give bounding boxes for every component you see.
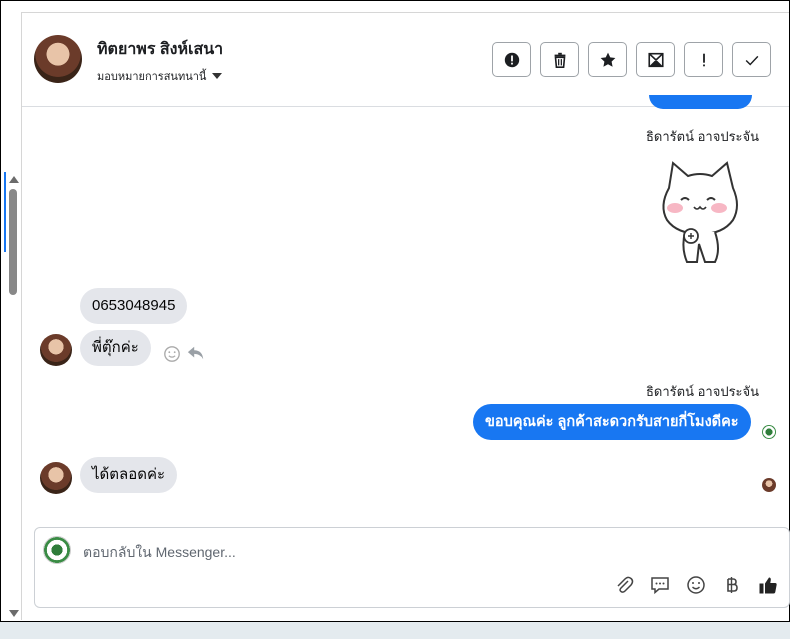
message-bubble-incoming[interactable]: พี่ตุ๊กค่ะ — [80, 330, 151, 366]
assign-conversation-dropdown[interactable]: มอบหมายการสนทนานี้ — [97, 67, 223, 85]
speech-bubble-icon — [651, 577, 669, 595]
message-bubble-outgoing[interactable]: ขอบคุณค่ะ ลูกค้าสะดวกรับสายกี่โมงดีคะ — [473, 404, 751, 440]
attach-button[interactable] — [613, 574, 635, 596]
message-bubble-incoming[interactable]: 0653048945 — [80, 288, 188, 324]
scroll-up-arrow-icon[interactable] — [9, 176, 19, 183]
thumbs-up-icon — [759, 577, 777, 594]
reply-input[interactable]: ตอบกลับใน Messenger... — [83, 542, 236, 564]
emoji-button[interactable] — [685, 574, 707, 596]
contact-avatar-seen — [762, 478, 776, 492]
scroll-accent — [4, 172, 6, 252]
caret-down-icon — [212, 73, 223, 79]
important-button[interactable] — [684, 42, 723, 77]
message-bubble-incoming[interactable]: ได้ตลอดค่ะ — [80, 457, 178, 493]
contact-avatar[interactable] — [34, 35, 82, 83]
delete-button[interactable] — [540, 42, 579, 77]
composer-tools — [613, 574, 779, 596]
payment-button[interactable] — [721, 574, 743, 596]
bottom-strip — [0, 622, 790, 639]
contact-avatar-small[interactable] — [40, 462, 72, 494]
baht-icon — [727, 577, 738, 593]
smiley-icon — [687, 576, 705, 594]
exclamation-icon — [702, 53, 705, 66]
star-button[interactable] — [588, 42, 627, 77]
trash-icon — [554, 52, 565, 68]
reply-composer[interactable]: ตอบกลับใน Messenger... — [34, 527, 790, 608]
assign-label: มอบหมายการสนทนานี้ — [97, 71, 207, 83]
saved-replies-button[interactable] — [649, 574, 671, 596]
scrollbar-thumb[interactable] — [9, 189, 17, 295]
smiley-react-icon[interactable] — [163, 345, 181, 363]
conversation-header: ทิตยาพร สิงห์เสนา มอบหมายการสนทนานี้ — [22, 13, 789, 107]
sender-name: ธิดารัตน์ อาจประจัน — [646, 129, 760, 144]
cat-sticker[interactable] — [655, 158, 745, 268]
header-actions — [492, 42, 771, 77]
done-button[interactable] — [732, 42, 771, 77]
star-icon — [600, 52, 615, 67]
reply-icon[interactable] — [187, 344, 205, 362]
paperclip-icon — [617, 576, 634, 593]
exclamation-circle-icon — [504, 52, 519, 67]
spam-button[interactable] — [492, 42, 531, 77]
like-button[interactable] — [757, 574, 779, 596]
envelope-icon — [647, 52, 664, 67]
sender-name: ธิดารัตน์ อาจประจัน — [646, 384, 760, 399]
page-avatar-seen — [762, 425, 776, 439]
contact-name[interactable]: ทิตยาพร สิงห์เสนา — [97, 37, 223, 62]
page-avatar — [43, 536, 71, 564]
scroll-down-arrow-icon[interactable] — [9, 610, 19, 617]
message-bubble-outgoing-partial — [649, 95, 752, 109]
mark-unread-button[interactable] — [636, 42, 675, 77]
check-icon — [745, 55, 758, 66]
contact-avatar-small[interactable] — [40, 334, 72, 366]
